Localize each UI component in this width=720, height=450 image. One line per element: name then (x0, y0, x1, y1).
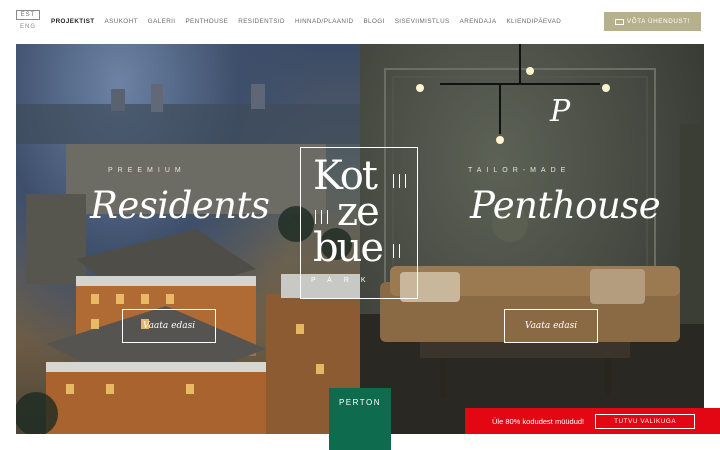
mail-icon (614, 18, 624, 25)
logo-tick (399, 174, 400, 188)
lang-est-button[interactable]: EST (16, 10, 40, 20)
penthouse-title: Penthouse (470, 184, 661, 227)
kotzebue-park-logo[interactable]: Kot ze bue PARK (300, 147, 418, 299)
logo-line-3: bue (313, 225, 384, 271)
logo-tick (393, 174, 394, 188)
residents-eyebrow: PREEMIUM (108, 167, 186, 174)
nav-item-galerii[interactable]: GALERII (148, 18, 176, 25)
logo-tick (327, 210, 328, 224)
language-switcher: EST ENG (16, 10, 40, 30)
logo-tick (315, 210, 316, 224)
logo-park: PARK (311, 277, 378, 284)
nav-item-asukoht[interactable]: ASUKOHT (105, 18, 138, 25)
logo-tick (393, 244, 394, 258)
residents-title: Residents (90, 184, 270, 227)
residents-cta-button[interactable]: Vaata edasi (122, 309, 216, 343)
logo-tick (399, 244, 400, 258)
site-header: EST ENG PROJEKTIST ASUKOHT GALERII PENTH… (0, 0, 720, 44)
perton-badge[interactable]: PERTON (329, 388, 391, 450)
p-monogram-icon: P (550, 94, 571, 129)
logo-tick (405, 174, 406, 188)
perton-label: PERTON (338, 398, 382, 407)
contact-button[interactable]: VÕTA ÜHENDUST! (604, 12, 701, 31)
explore-selection-button[interactable]: TUTVU VALIKUGA (595, 413, 696, 429)
contact-button-label: VÕTA ÜHENDUST! (626, 18, 691, 25)
nav-item-penthouse[interactable]: PENTHOUSE (185, 18, 228, 25)
nav-item-arendaja[interactable]: ARENDAJA (460, 18, 497, 25)
penthouse-cta-button[interactable]: Vaata edasi (504, 309, 598, 343)
sale-banner: Üle 80% kodudest müüdud! TUTVU VALIKUGA (465, 408, 720, 434)
nav-item-projektist[interactable]: PROJEKTIST (51, 18, 95, 25)
nav-item-hinnad-plaanid[interactable]: HINNAD/PLAANID (295, 18, 353, 25)
nav-item-residentsid[interactable]: RESIDENTSID (238, 18, 285, 25)
nav-item-blogi[interactable]: BLOGI (363, 18, 384, 25)
main-nav: PROJEKTIST ASUKOHT GALERII PENTHOUSE RES… (51, 18, 561, 25)
penthouse-eyebrow: TAILOR-MADE (468, 167, 571, 174)
nav-item-kliendipaevad[interactable]: KLIENDIPÄEVAD (506, 18, 561, 25)
sale-message: Üle 80% kodudest müüdud! (492, 416, 585, 426)
logo-tick (321, 210, 322, 224)
nav-item-siseviimistlus[interactable]: SISEVIIMISTLUS (395, 18, 450, 25)
lang-eng-button[interactable]: ENG (16, 20, 40, 30)
